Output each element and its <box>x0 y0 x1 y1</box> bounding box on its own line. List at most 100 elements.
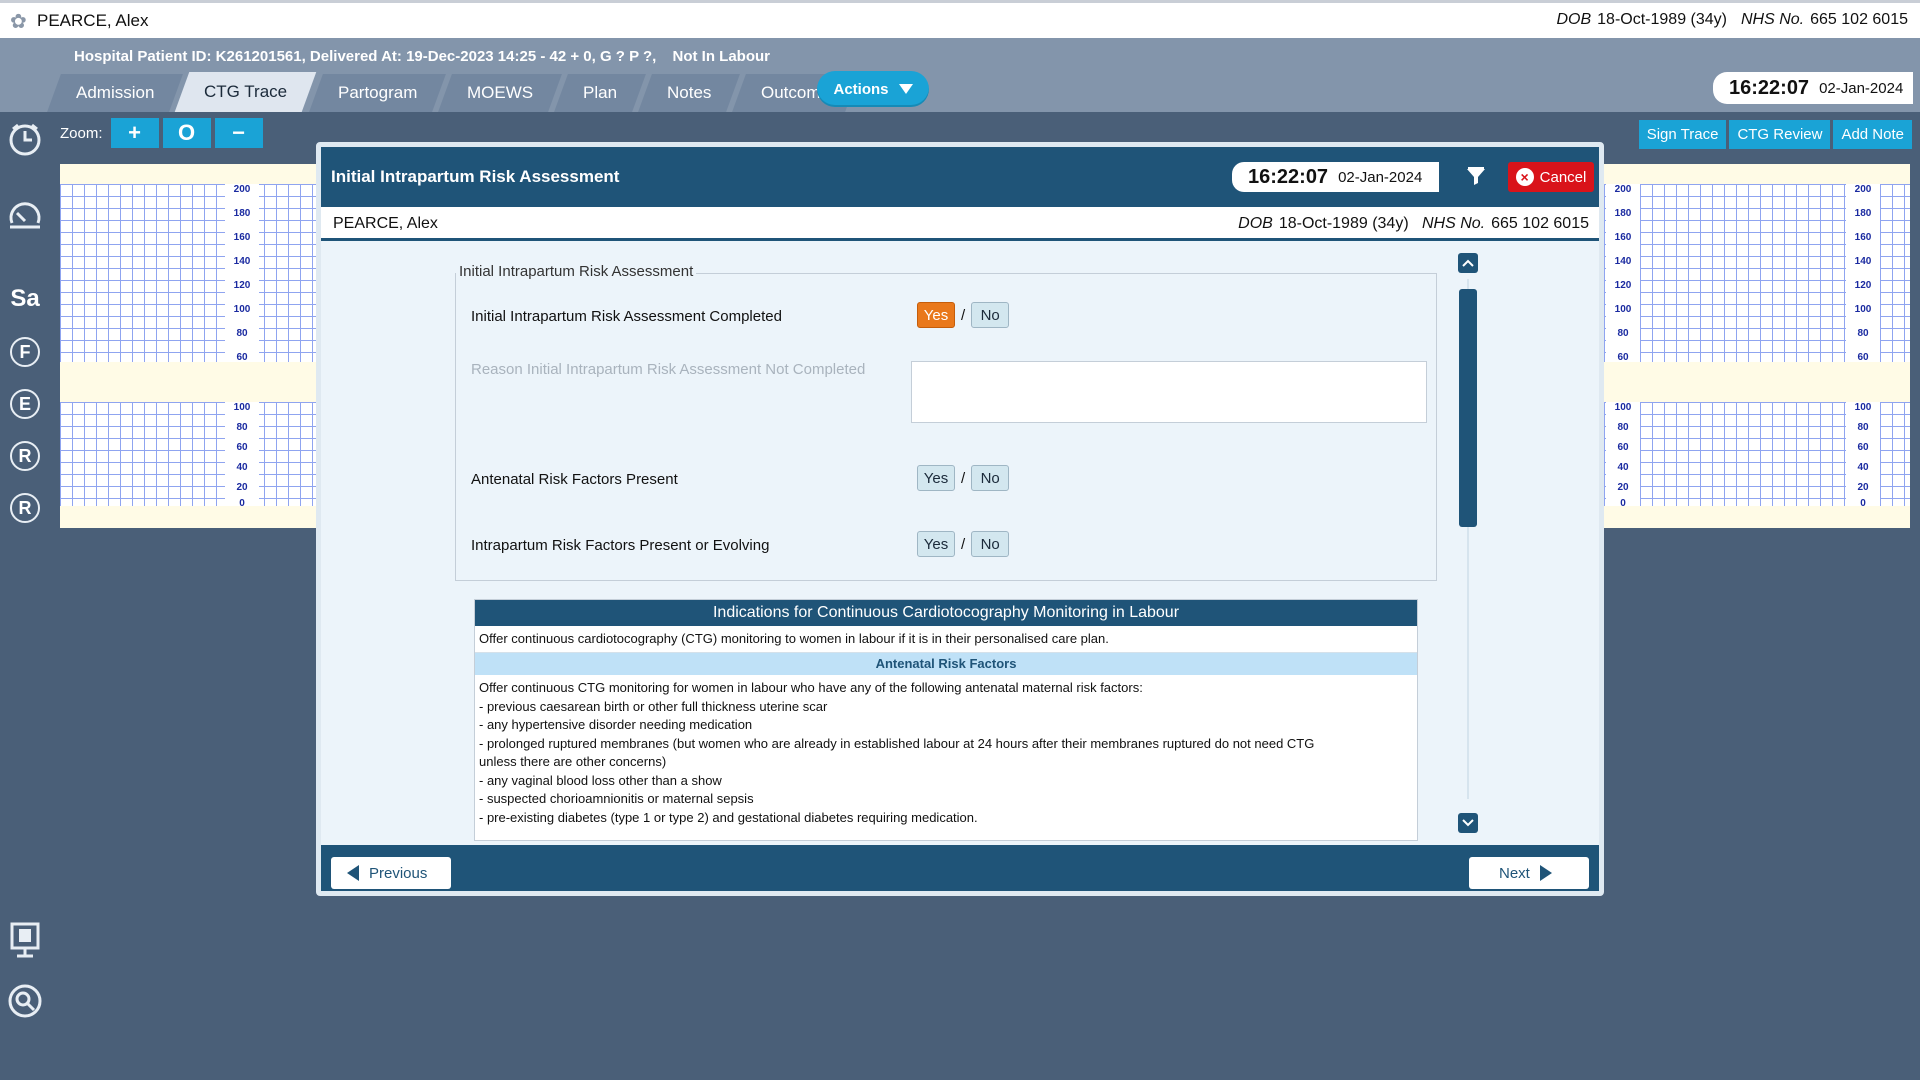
next-button[interactable]: Next <box>1469 857 1589 889</box>
nhs-label: NHS No. <box>1422 215 1486 232</box>
scroll-up-icon[interactable] <box>1458 253 1478 273</box>
antenatal-risk-no[interactable]: No <box>971 465 1010 491</box>
scroll-thumb[interactable] <box>1459 289 1477 527</box>
nhs-value: 665 102 6015 <box>1491 215 1589 232</box>
sidebar-item-f[interactable]: F <box>10 337 40 367</box>
tab-partogram[interactable]: Partogram <box>308 74 446 112</box>
header: Hospital Patient ID: K261201561, Deliver… <box>0 38 1920 112</box>
dob-label: DOB <box>1238 215 1273 232</box>
actions-label: Actions <box>833 80 889 98</box>
toco-scale-right: 100 80 60 40 20 0 <box>1846 402 1880 509</box>
fhr-scale-right: 200 180 160 140 120 100 80 60 <box>1846 184 1880 363</box>
q-assessment-completed-toggle: Yes / No <box>917 302 1010 328</box>
list-item: - previous caesarean birth or other full… <box>479 698 828 714</box>
chevron-down-icon <box>898 84 913 94</box>
separator: / <box>961 535 966 553</box>
dialog-header: Initial Intrapartum Risk Assessment 16:2… <box>321 147 1599 207</box>
tab-bar: Admission CTG Trace Partogram MOEWS Plan… <box>47 72 860 112</box>
indications-intro: Offer continuous cardiotocography (CTG) … <box>475 626 1417 653</box>
list-item: - pre-existing diabetes (type 1 or type … <box>479 809 978 825</box>
close-icon: × <box>1515 168 1534 186</box>
header-clock: 16:22:07 02-Jan-2024 <box>1713 72 1913 104</box>
tab-notes[interactable]: Notes <box>638 74 741 112</box>
zoom-reset-button[interactable]: O <box>162 118 211 148</box>
actions-button[interactable]: Actions <box>817 71 929 107</box>
toco-scale: 100 80 60 40 20 0 <box>1606 402 1640 509</box>
dob-label: DOB <box>1556 11 1592 28</box>
q-assessment-completed-label: Initial Intrapartum Risk Assessment Comp… <box>471 308 782 325</box>
toco-grid <box>60 402 320 506</box>
antenatal-risk-factors-heading: Antenatal Risk Factors <box>475 653 1417 675</box>
search-icon[interactable] <box>6 982 44 1020</box>
nhs-label: NHS No. <box>1741 11 1805 28</box>
zoom-label: Zoom: <box>60 124 103 142</box>
tab-admission[interactable]: Admission <box>47 74 184 112</box>
filter-icon[interactable] <box>1465 167 1487 187</box>
q-intrapartum-risk-toggle: Yes / No <box>917 531 1010 557</box>
sidebar-item-sa[interactable]: Sa <box>10 284 40 314</box>
arrow-right-icon <box>1539 865 1552 881</box>
nhs-value: 665 102 6015 <box>1810 11 1908 28</box>
gauge-icon[interactable] <box>6 198 44 236</box>
q-antenatal-risk-toggle: Yes / No <box>917 465 1010 491</box>
fieldset-legend: Initial Intrapartum Risk Assessment <box>456 263 697 280</box>
zoom-out-button[interactable]: − <box>214 118 263 148</box>
dialog-date: 02-Jan-2024 <box>1338 168 1423 186</box>
patient-banner: ✿ PEARCE, Alex DOB 18-Oct-1989 (34y) NHS N… <box>0 0 1920 38</box>
separator: / <box>961 306 966 324</box>
header-date: 02-Jan-2024 <box>1819 79 1904 97</box>
dialog-datetime[interactable]: 16:22:07 02-Jan-2024 <box>1232 162 1439 192</box>
fhr-grid <box>60 184 320 362</box>
dialog-patient-name: PEARCE, Alex <box>333 215 438 232</box>
trace-actions: Sign Trace CTG Review Add Note <box>1638 120 1912 149</box>
dialog-patient-banner: PEARCE, Alex DOB 18-Oct-1989 (34y) NHS No… <box>321 207 1599 241</box>
arrow-left-icon <box>347 865 359 881</box>
ctg-trace-left[interactable]: 200 180 160 140 120 100 80 60 100 80 60 40 20 0 <box>60 164 320 528</box>
clock-icon[interactable] <box>6 120 44 158</box>
indications-title: Indications for Continuous Cardiotocogra… <box>475 600 1417 626</box>
next-label: Next <box>1499 864 1530 882</box>
list-item: unless there are other concerns) <box>479 754 667 769</box>
sign-trace-button[interactable]: Sign Trace <box>1638 120 1727 149</box>
assessment-completed-yes[interactable]: Yes <box>917 302 955 328</box>
dob-value: 18-Oct-1989 (34y) <box>1278 215 1409 232</box>
tab-plan[interactable]: Plan <box>554 74 646 112</box>
header-time: 16:22:07 <box>1729 76 1810 99</box>
presentation-icon[interactable] <box>6 920 44 958</box>
zoom-in-button[interactable]: + <box>110 118 159 148</box>
reason-not-completed-field[interactable] <box>911 361 1427 423</box>
list-item: Offer continuous CTG monitoring for wome… <box>479 680 1143 695</box>
cancel-button[interactable]: × Cancel <box>1508 162 1594 192</box>
app-logo-icon: ✿ <box>10 11 27 33</box>
sidebar-item-e[interactable]: E <box>10 389 40 419</box>
hospital-info-text: Hospital Patient ID: K261201561, Deliver… <box>74 48 657 65</box>
dialog-title: Initial Intrapartum Risk Assessment <box>331 167 620 186</box>
dialog-footer: Previous Next <box>321 845 1599 891</box>
tab-moews[interactable]: MOEWS <box>438 74 562 112</box>
zoom-controls: Zoom: + O − <box>60 118 263 148</box>
fhr-scale: 200 180 160 140 120 100 80 60 <box>225 184 259 363</box>
previous-button[interactable]: Previous <box>331 857 451 889</box>
sidebar-item-r2[interactable]: R <box>10 493 40 523</box>
labour-status: Not In Labour <box>672 48 771 65</box>
sidebar-item-r1[interactable]: R <box>10 441 40 471</box>
ctg-review-button[interactable]: CTG Review <box>1729 120 1831 149</box>
intrapartum-risk-yes[interactable]: Yes <box>917 531 955 557</box>
intrapartum-risk-no[interactable]: No <box>971 531 1010 557</box>
assessment-completed-no[interactable]: No <box>971 302 1010 328</box>
scroll-down-icon[interactable] <box>1458 813 1478 833</box>
risk-assessment-dialog: Initial Intrapartum Risk Assessment 16:2… <box>316 142 1604 896</box>
ctg-indications-panel: Indications for Continuous Cardiotocogra… <box>474 599 1418 841</box>
antenatal-risk-factors-list: Offer continuous CTG monitoring for wome… <box>475 675 1417 831</box>
add-note-button[interactable]: Add Note <box>1833 120 1912 149</box>
previous-label: Previous <box>369 864 428 882</box>
tab-ctg-trace[interactable]: CTG Trace <box>175 72 317 112</box>
ctg-trace-right[interactable]: 200 180 160 140 120 100 80 60 200 180 160 140 … <box>1604 164 1910 528</box>
list-item: - any vaginal blood loss other than a sh… <box>479 772 722 788</box>
list-item: - any hypertensive disorder needing medi… <box>479 717 753 732</box>
left-sidebar: Sa F E R R <box>0 112 50 1080</box>
antenatal-risk-yes[interactable]: Yes <box>917 465 955 491</box>
separator: / <box>961 469 966 487</box>
list-item: - suspected chorioamnionitis or maternal… <box>479 791 754 806</box>
q-intrapartum-risk-label: Intrapartum Risk Factors Present or Evol… <box>471 537 770 554</box>
